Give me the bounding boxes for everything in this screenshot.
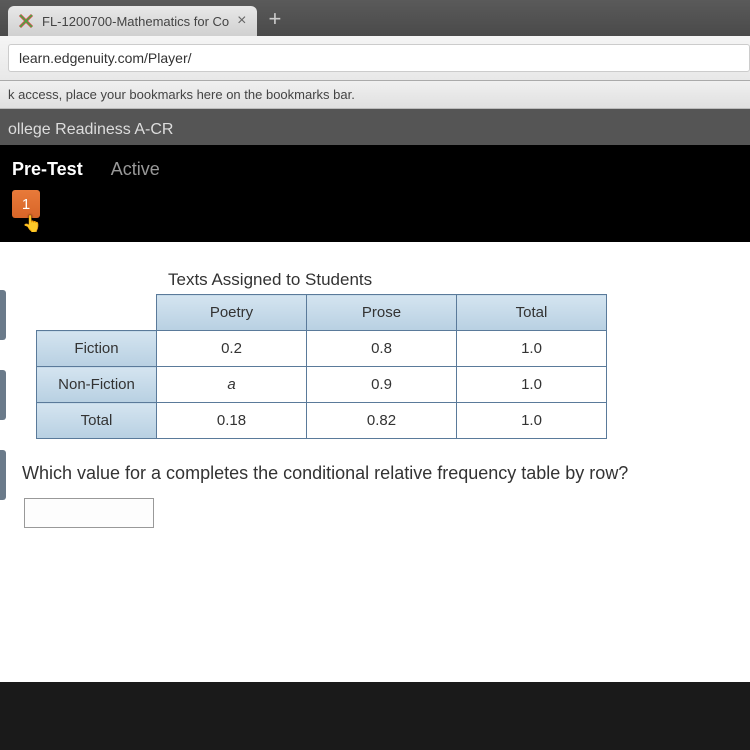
- table-cell: 1.0: [457, 367, 607, 403]
- table-cell: 1.0: [457, 403, 607, 439]
- col-header: Prose: [307, 295, 457, 331]
- table-row: Fiction 0.2 0.8 1.0: [37, 331, 607, 367]
- bookmark-hint: k access, place your bookmarks here on t…: [8, 87, 355, 102]
- row-header: Total: [37, 403, 157, 439]
- table-cell: 1.0: [457, 331, 607, 367]
- url-input[interactable]: learn.edgenuity.com/Player/: [8, 44, 750, 72]
- course-title: ollege Readiness A-CR: [8, 121, 173, 138]
- course-header: ollege Readiness A-CR: [0, 109, 750, 145]
- answer-input[interactable]: [24, 498, 154, 528]
- col-header: Total: [457, 295, 607, 331]
- table-cell: 0.82: [307, 403, 457, 439]
- table-title: Texts Assigned to Students: [168, 270, 732, 290]
- table-row: Total 0.18 0.82 1.0: [37, 403, 607, 439]
- table-cell: 0.2: [157, 331, 307, 367]
- row-header: Non-Fiction: [37, 367, 157, 403]
- active-label: Active: [111, 159, 160, 180]
- table-cell-variable: a: [157, 367, 307, 403]
- row-header: Fiction: [37, 331, 157, 367]
- tab-title: FL-1200700-Mathematics for Co: [42, 14, 229, 29]
- browser-tab[interactable]: FL-1200700-Mathematics for Co ×: [8, 6, 257, 36]
- tab-favicon-x-icon: [18, 13, 34, 29]
- new-tab-button[interactable]: +: [257, 2, 294, 36]
- question-text: Which value for a completes the conditio…: [22, 463, 732, 484]
- frequency-table: Poetry Prose Total Fiction 0.2 0.8 1.0 N…: [36, 294, 607, 439]
- table-cell: 0.18: [157, 403, 307, 439]
- browser-tab-bar: FL-1200700-Mathematics for Co × +: [0, 0, 750, 36]
- table-row: Non-Fiction a 0.9 1.0: [37, 367, 607, 403]
- test-bar: Pre-Test Active 1 👆: [0, 145, 750, 242]
- bookmark-bar: k access, place your bookmarks here on t…: [0, 81, 750, 109]
- table-corner: [37, 295, 157, 331]
- side-tab[interactable]: [0, 370, 6, 420]
- side-tab[interactable]: [0, 450, 6, 500]
- left-side-tabs: [0, 290, 6, 500]
- question-panel: Texts Assigned to Students Poetry Prose …: [0, 242, 750, 682]
- close-tab-icon[interactable]: ×: [237, 12, 246, 30]
- table-cell: 0.9: [307, 367, 457, 403]
- side-tab[interactable]: [0, 290, 6, 340]
- table-cell: 0.8: [307, 331, 457, 367]
- col-header: Poetry: [157, 295, 307, 331]
- pretest-label: Pre-Test: [12, 159, 83, 180]
- cursor-hand-icon: 👆: [22, 214, 738, 234]
- address-bar: learn.edgenuity.com/Player/: [0, 36, 750, 81]
